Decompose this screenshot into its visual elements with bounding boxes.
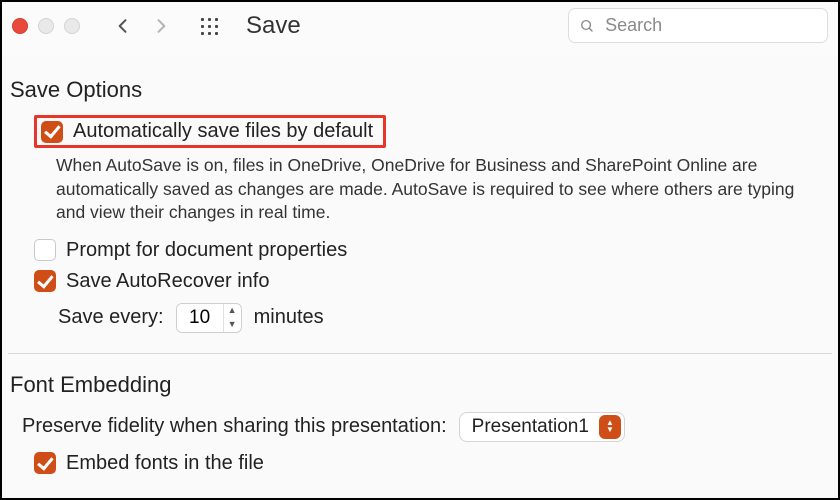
presentation-select-value: Presentation1 [472, 416, 589, 438]
search-icon [579, 17, 595, 35]
preserve-fidelity-label: Preserve fidelity when sharing this pres… [22, 415, 447, 438]
prompt-properties-checkbox[interactable] [34, 239, 56, 261]
embed-fonts-checkbox[interactable] [34, 452, 56, 474]
search-field[interactable] [568, 8, 828, 43]
presentation-select[interactable]: Presentation1 ▲▼ [459, 412, 625, 442]
forward-button[interactable] [148, 13, 174, 39]
interval-step-down[interactable]: ▼ [224, 318, 241, 332]
save-interval-field[interactable]: ▲ ▼ [176, 303, 242, 333]
select-caret-icon: ▲▼ [599, 415, 621, 439]
all-prefs-grid-icon[interactable] [198, 15, 220, 37]
interval-step-up[interactable]: ▲ [224, 304, 241, 318]
save-interval-input[interactable] [177, 304, 223, 332]
back-button[interactable] [110, 13, 136, 39]
prompt-properties-label: Prompt for document properties [66, 239, 347, 262]
save-every-label: Save every: [58, 306, 164, 329]
zoom-window-button[interactable] [64, 18, 80, 34]
toolbar: Save [2, 2, 838, 57]
autosave-label: Automatically save files by default [73, 120, 373, 143]
close-window-button[interactable] [12, 18, 28, 34]
window-controls [12, 18, 80, 34]
autosave-checkbox[interactable] [41, 121, 63, 143]
embed-fonts-label: Embed fonts in the file [66, 452, 264, 475]
page-title: Save [246, 12, 301, 40]
autosave-highlight: Automatically save files by default [34, 115, 386, 148]
minutes-label: minutes [254, 306, 324, 329]
autosave-help-text: When AutoSave is on, files in OneDrive, … [8, 152, 832, 235]
section-divider [8, 353, 832, 354]
autorecover-checkbox[interactable] [34, 270, 56, 292]
save-options-heading: Save Options [8, 65, 832, 111]
autorecover-label: Save AutoRecover info [66, 270, 269, 293]
font-embedding-heading: Font Embedding [8, 360, 832, 406]
minimize-window-button[interactable] [38, 18, 54, 34]
search-input[interactable] [603, 14, 817, 37]
